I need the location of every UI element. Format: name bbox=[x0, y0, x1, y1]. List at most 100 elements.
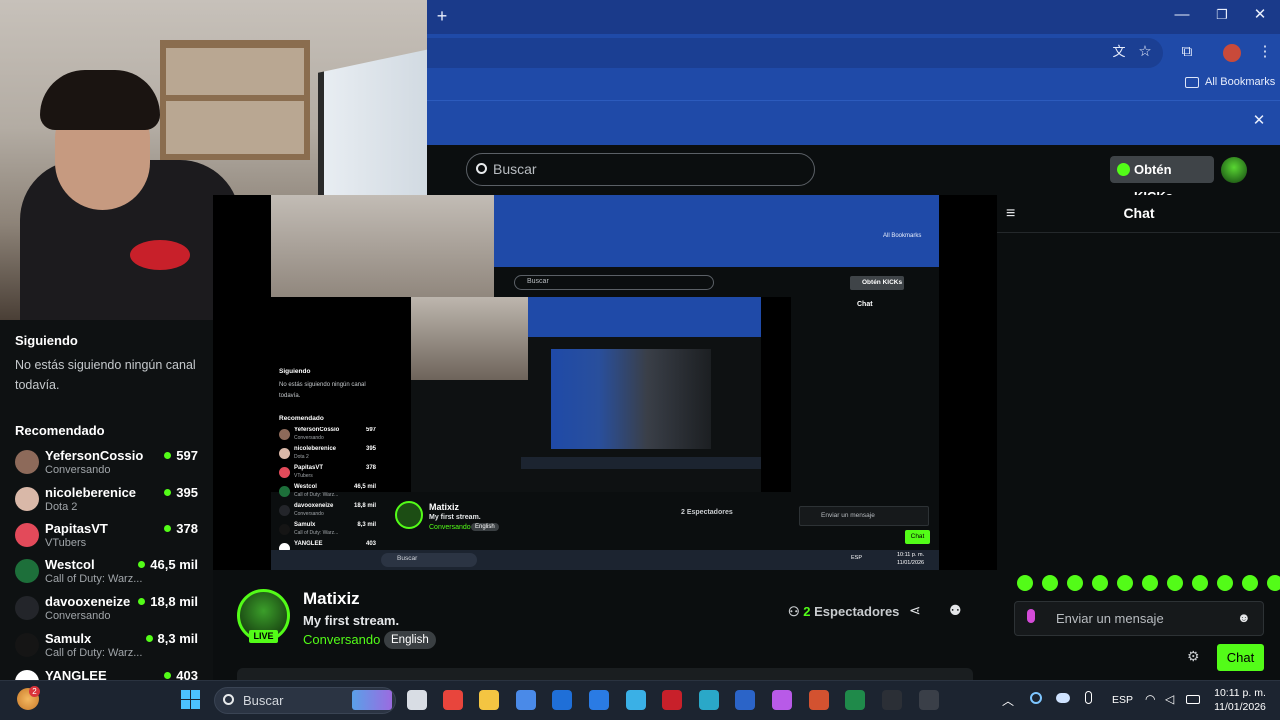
share-icon[interactable]: ⋖ bbox=[909, 602, 921, 619]
close-window-button[interactable]: ✕ bbox=[1249, 5, 1271, 27]
hp-icon[interactable] bbox=[589, 690, 609, 710]
taskbar-time: 10:11 p. m. bbox=[1214, 687, 1266, 699]
nested-taskbar-search bbox=[381, 553, 477, 567]
taskbar-date: 11/01/2026 bbox=[1214, 701, 1266, 713]
task-view-icon[interactable] bbox=[407, 690, 427, 710]
tray-sync-icon[interactable] bbox=[1030, 692, 1042, 704]
user-avatar[interactable] bbox=[1221, 157, 1247, 183]
nested-viewer-count: 378 bbox=[365, 465, 376, 471]
taskbar-clock[interactable]: 10:11 p. m. 11/01/2026 bbox=[1206, 686, 1274, 714]
nested-recommended-list: YefersonCossio Conversando 597 nicolebereni… bbox=[279, 427, 376, 557]
channel-avatar-small bbox=[15, 523, 39, 547]
viewer-number: 8,3 mil bbox=[157, 631, 198, 646]
nested-chat bbox=[791, 297, 939, 492]
nested-channel-item: Samulx Call of Duty: Warz... 8,3 mil bbox=[279, 522, 376, 540]
language-tag[interactable]: English bbox=[384, 631, 436, 649]
chat-send-button[interactable]: Chat bbox=[1217, 644, 1264, 671]
nested-channel-cat: Call of Duty: Warz... bbox=[294, 492, 339, 498]
copilot-icon[interactable] bbox=[772, 690, 792, 710]
terminal-icon[interactable] bbox=[882, 690, 902, 710]
get-kicks-button[interactable]: Obtén KICKs bbox=[1110, 156, 1214, 204]
nested-taskbar-date: 11/01/2026 bbox=[897, 560, 925, 566]
sidebar-channel-item[interactable]: PapitasVT VTubers 378 bbox=[15, 521, 205, 557]
nested-recursion-webcam bbox=[411, 297, 528, 380]
emote-icon[interactable] bbox=[1242, 575, 1258, 591]
emote-icon[interactable] bbox=[1017, 575, 1033, 591]
emote-icon[interactable] bbox=[1142, 575, 1158, 591]
windows-start-icon[interactable] bbox=[181, 690, 200, 709]
powerpoint-icon[interactable] bbox=[809, 690, 829, 710]
word-icon[interactable] bbox=[735, 690, 755, 710]
excel-icon[interactable] bbox=[845, 690, 865, 710]
emote-icon[interactable] bbox=[1217, 575, 1233, 591]
nested-viewer-count: 395 bbox=[365, 446, 376, 452]
tray-chevron-icon[interactable]: ︿ bbox=[1002, 692, 1014, 709]
sidebar-channel-item[interactable]: YefersonCossio Conversando 597 bbox=[15, 448, 205, 484]
viewers-label: Espectadores bbox=[814, 604, 900, 619]
sidebar-channel-item[interactable]: nicoleberenice Dota 2 395 bbox=[15, 485, 205, 521]
live-dot-icon bbox=[164, 672, 172, 679]
viewer-number: 46,5 mil bbox=[150, 557, 198, 572]
nested-bookmarks: All Bookmarks bbox=[883, 233, 922, 239]
new-tab-button[interactable]: + bbox=[431, 6, 453, 28]
info-bar bbox=[427, 100, 1280, 145]
sidebar-channel-item[interactable]: davooxeneize Conversando 18,8 mil bbox=[15, 594, 205, 630]
nested-following-title: Siguiendo bbox=[279, 368, 311, 375]
all-bookmarks-link[interactable]: All Bookmarks bbox=[1205, 76, 1275, 88]
bookmark-star-icon[interactable]: ☆ bbox=[1134, 42, 1156, 64]
outlook-icon[interactable] bbox=[552, 690, 572, 710]
edge-icon[interactable] bbox=[699, 690, 719, 710]
file-explorer-icon[interactable] bbox=[479, 690, 499, 710]
sidebar-channel-item[interactable]: YANGLEE 403 bbox=[15, 668, 205, 680]
microphone-icon[interactable] bbox=[1027, 609, 1035, 623]
sidebar-channel-item[interactable]: Samulx Call of Duty: Warz... 8,3 mil bbox=[15, 631, 205, 667]
obs-icon[interactable] bbox=[919, 690, 939, 710]
stream-category[interactable]: Conversando bbox=[303, 632, 380, 647]
infobar-close-icon[interactable]: ✕ bbox=[1248, 111, 1270, 133]
tray-wifi-icon[interactable]: ◠ bbox=[1145, 692, 1155, 706]
nested-avatar bbox=[279, 448, 290, 459]
sidebar-channel-item[interactable]: Westcol Call of Duty: Warz... 46,5 mil bbox=[15, 557, 205, 593]
emote-icon[interactable] bbox=[1192, 575, 1208, 591]
emote-icon[interactable] bbox=[1042, 575, 1058, 591]
menu-icon[interactable]: ⋮ bbox=[1254, 42, 1276, 64]
nested-channel-cat: Conversando bbox=[294, 435, 324, 441]
profile-avatar[interactable] bbox=[1223, 44, 1241, 62]
collapse-chat-icon[interactable]: ≡ bbox=[1006, 205, 1015, 223]
edge-beta-icon[interactable] bbox=[626, 690, 646, 710]
tray-microphone-icon[interactable] bbox=[1085, 691, 1092, 704]
live-dot-icon bbox=[145, 635, 153, 642]
emote-icon[interactable] bbox=[1092, 575, 1108, 591]
channel-avatar-small bbox=[15, 487, 39, 511]
extensions-icon[interactable]: ⧉ bbox=[1176, 42, 1198, 64]
nested-channel-name: nicoleberenice bbox=[294, 446, 337, 452]
nested-kicks-label: Obtén KICKs bbox=[862, 279, 903, 286]
follow-user-icon[interactable]: ⚉ bbox=[949, 602, 962, 619]
channel-category: Conversando bbox=[45, 610, 111, 622]
viewer-number: 378 bbox=[176, 521, 198, 536]
tray-battery-icon[interactable] bbox=[1186, 695, 1200, 704]
mcafee-icon[interactable] bbox=[662, 690, 682, 710]
channel-avatar-small bbox=[15, 450, 39, 474]
emote-icon[interactable] bbox=[1267, 575, 1280, 591]
emote-icon[interactable] bbox=[1067, 575, 1083, 591]
emote-icon[interactable] bbox=[1117, 575, 1133, 591]
minimize-button[interactable]: — bbox=[1171, 5, 1193, 27]
chrome-icon[interactable] bbox=[443, 690, 463, 710]
viewer-number: 403 bbox=[176, 668, 198, 680]
chat-settings-icon[interactable]: ⚙ bbox=[1187, 648, 1200, 665]
live-dot-icon bbox=[164, 452, 172, 459]
store-icon[interactable] bbox=[516, 690, 536, 710]
channel-name[interactable]: Matixiz bbox=[303, 589, 360, 609]
restore-button[interactable]: ❐ bbox=[1211, 5, 1233, 27]
tray-volume-icon[interactable]: ◁ bbox=[1165, 692, 1174, 706]
tray-onedrive-icon[interactable] bbox=[1056, 693, 1070, 703]
tray-language[interactable]: ESP bbox=[1112, 694, 1133, 706]
address-field[interactable] bbox=[427, 38, 1163, 68]
nested-channel-item: PapitasVT VTubers 378 bbox=[279, 465, 376, 483]
emoji-icon[interactable]: ☻ bbox=[1237, 610, 1251, 625]
channel-category: Dota 2 bbox=[45, 501, 78, 513]
translate-icon[interactable]: 文 bbox=[1108, 42, 1130, 64]
nested-following-empty: No estás siguiendo ningún canal todavía. bbox=[279, 382, 366, 399]
emote-icon[interactable] bbox=[1167, 575, 1183, 591]
